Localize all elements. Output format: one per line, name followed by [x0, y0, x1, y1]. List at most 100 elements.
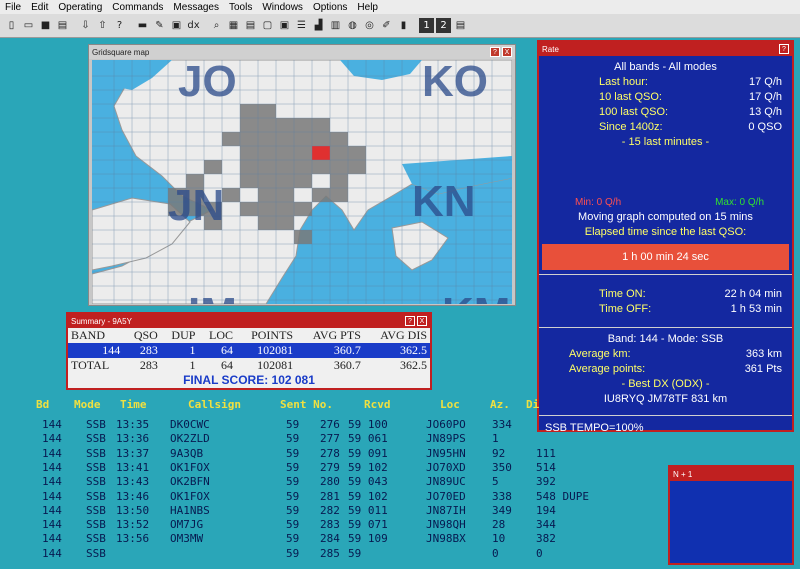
log-callsign: HA1NBS — [170, 503, 210, 517]
log-distance: 111 — [536, 446, 556, 460]
summary-row-total[interactable]: TOTAL 283 1 64 102081 360.7 362.5 — [68, 358, 430, 373]
help-icon[interactable]: ? — [405, 316, 415, 326]
log-sent-no: 284 — [320, 532, 340, 546]
log-time: 13:43 — [116, 475, 150, 489]
log-sent-rst: 59 — [286, 446, 300, 460]
gridsquare-map-window[interactable]: Gridsquare map ? X JO KO JN KN — [88, 44, 516, 306]
log-band: 144 — [42, 446, 62, 460]
cassette-icon[interactable]: ▬ — [135, 18, 150, 33]
log-row[interactable]: 144 SSB 13:52 OM7JG 59 283 59 071 JN98QH 28 344 — [30, 518, 650, 532]
menu-help[interactable]: Help — [352, 2, 383, 13]
log-band: 144 — [42, 532, 62, 546]
log-locator: JO60PO — [426, 418, 466, 431]
log-locator: JO70ED — [426, 489, 466, 503]
new-file-icon[interactable]: ▯ — [4, 18, 19, 33]
n1-titlebar[interactable]: N + 1 — [670, 467, 792, 481]
log-header-dist: Di — [526, 398, 540, 411]
summary-window[interactable]: Summary - 9A5Y ? X BAND QSO DUP LOC POINTS AV… — [66, 312, 432, 390]
summary-titlebar[interactable]: Summary - 9A5Y ? X — [68, 314, 430, 328]
rows-icon[interactable]: ▥ — [328, 18, 343, 33]
three-icon[interactable]: ▤ — [453, 18, 468, 33]
menu-options[interactable]: Options — [308, 2, 352, 13]
target-icon[interactable]: ◎ — [362, 18, 377, 33]
log-header-loc: Loc — [440, 398, 460, 411]
grid-icon[interactable]: ▦ — [226, 18, 241, 33]
one-icon[interactable]: 1 — [419, 18, 434, 33]
rate-titlebar[interactable]: Rate ? — [539, 42, 792, 56]
log-row[interactable]: 144 SSB 13:50 HA1NBS 59 282 59 011 JN87IH 349 194 — [30, 504, 650, 518]
max-rate: Max: 0 Q/h — [715, 197, 764, 208]
menu-operating[interactable]: Operating — [53, 2, 107, 13]
log-callsign: OK1FOX — [170, 460, 210, 474]
window-icon[interactable]: ▢ — [260, 18, 275, 33]
log-header-time: Time — [120, 398, 147, 411]
n1-title: N + 1 — [673, 469, 693, 479]
home-square — [312, 146, 330, 160]
log-azimuth: 338 — [492, 489, 512, 503]
log-sent-no: 283 — [320, 518, 340, 532]
log-distance: 0 — [536, 546, 543, 560]
log-mode: SSB — [86, 518, 106, 532]
log-row[interactable]: 144 SSB 13:46 OK1FOX 59 281 59 102 JO70ED 338 548… — [30, 490, 650, 504]
summary-row-144[interactable]: 144 283 1 64 102081 360.7 362.5 — [68, 343, 430, 358]
chart-icon[interactable]: ▟ — [311, 18, 326, 33]
menu-tools[interactable]: Tools — [224, 2, 257, 13]
log-row[interactable]: 144 SSB 13:43 OK2BFN 59 280 59 043 JN89UC 5 392 — [30, 475, 650, 489]
log-sent-rst: 59 — [286, 503, 300, 517]
clipboard-icon[interactable]: ▣ — [169, 18, 184, 33]
menu-edit[interactable]: Edit — [26, 2, 53, 13]
open-folder-icon[interactable]: ▭ — [21, 18, 36, 33]
map-canvas[interactable]: JO KO JN KN IM KM — [92, 60, 512, 304]
log-rcvd: 59 091 — [348, 446, 388, 460]
up-arrow-icon[interactable]: ⇧ — [95, 18, 110, 33]
log-rcvd: 59 102 — [348, 489, 388, 503]
log-header-band: Bd — [36, 398, 50, 411]
search-icon[interactable]: ⌕ — [209, 18, 224, 33]
log-row[interactable]: 144 SSB 13:36 OK2ZLD 59 277 59 061 JN89PS 1 — [30, 432, 650, 446]
save-icon[interactable]: ■ — [38, 18, 53, 33]
list-icon[interactable]: ☰ — [294, 18, 309, 33]
menu-windows[interactable]: Windows — [257, 2, 308, 13]
log-locator: JN98BX — [426, 532, 466, 546]
notes-icon[interactable]: ▤ — [243, 18, 258, 33]
final-score: FINAL SCORE: 102 081 — [183, 373, 315, 387]
save-all-icon[interactable]: ▤ — [55, 18, 70, 33]
down-arrow-icon[interactable]: ⇩ — [78, 18, 93, 33]
log-row[interactable]: 144 SSB 13:35 DK0CWC 59 276 59 100 JO60PO 334 — [30, 418, 650, 432]
frame-icon[interactable]: ▣ — [277, 18, 292, 33]
qso-log[interactable]: Bd Mode Time Callsign Sent No. Rcvd Loc … — [30, 398, 650, 563]
map-titlebar[interactable]: Gridsquare map ? X — [89, 45, 515, 59]
log-sent-no: 282 — [320, 503, 340, 517]
dx-icon[interactable]: dx — [186, 18, 201, 33]
menu-messages[interactable]: Messages — [168, 2, 224, 13]
globe-icon[interactable]: ◍ — [345, 18, 360, 33]
menu-file[interactable]: File — [0, 2, 26, 13]
help-icon[interactable]: ? — [490, 47, 500, 57]
log-mode: SSB — [86, 418, 106, 431]
best-dx-label: - Best DX (ODX) - — [621, 378, 710, 390]
log-callsign: OK2ZLD — [170, 432, 210, 446]
log-row[interactable]: 144 SSB 13:41 OK1FOX 59 279 59 102 JO70XD 350 514 — [30, 461, 650, 475]
log-rcvd: 59 102 — [348, 460, 388, 474]
time-on-row: Time ON: 22 h 04 min — [599, 288, 782, 300]
log-azimuth: 10 — [492, 532, 506, 546]
panel-icon[interactable]: ▮ — [396, 18, 411, 33]
log-row[interactable]: 144 SSB 13:37 9A3QB 59 278 59 091 JN95HN 92 111 — [30, 447, 650, 461]
help-icon[interactable]: ? — [779, 44, 789, 54]
two-icon[interactable]: 2 — [436, 18, 451, 33]
question-icon[interactable]: ? — [112, 18, 127, 33]
log-callsign: OM7JG — [170, 518, 204, 532]
log-row[interactable]: 144 SSB 59 285 59 0 0 — [30, 547, 650, 561]
close-icon[interactable]: X — [417, 316, 427, 326]
close-icon[interactable]: X — [502, 47, 512, 57]
menu-commands[interactable]: Commands — [107, 2, 168, 13]
log-time: 13:56 — [116, 532, 150, 546]
rate-window[interactable]: Rate ? All bands - All modes Last hour: 1… — [537, 40, 794, 434]
log-row[interactable]: 144 SSB 13:56 OM3MW 59 284 59 109 JN98BX 10 382 — [30, 532, 650, 546]
edit-icon[interactable]: ✐ — [379, 18, 394, 33]
n-plus-one-window[interactable]: N + 1 — [668, 465, 794, 565]
log-locator: JN89UC — [426, 475, 466, 489]
rate-row: Last hour: 17 Q/h — [599, 76, 782, 88]
pencil-icon[interactable]: ✎ — [152, 18, 167, 33]
log-azimuth: 5 — [492, 475, 499, 489]
